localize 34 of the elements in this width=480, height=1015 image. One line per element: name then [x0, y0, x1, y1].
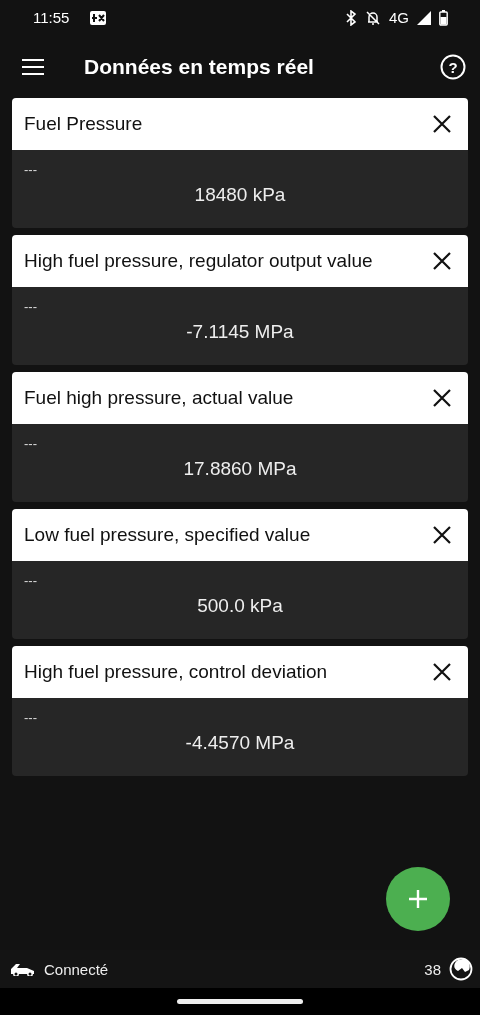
page-title: Données en temps réel — [84, 54, 315, 79]
counter: 38 — [424, 960, 441, 978]
plus-icon — [409, 890, 427, 908]
parameter-label: --- — [24, 573, 38, 588]
parameter-name: High fuel pressure, control deviation — [24, 661, 329, 683]
close-icon[interactable] — [433, 663, 451, 681]
battery-icon — [439, 9, 448, 26]
parameter-value: -4.4570 MPa — [185, 732, 295, 754]
parameter-label: --- — [24, 710, 38, 725]
close-icon[interactable] — [433, 252, 451, 270]
parameter-name: Fuel high pressure, actual value — [24, 387, 295, 409]
parameter-label: --- — [24, 436, 38, 451]
parameter-value: 17.8860 MPa — [183, 458, 297, 480]
close-icon[interactable] — [433, 115, 451, 133]
parameter-label: --- — [24, 162, 38, 177]
connection-status: Connecté — [44, 960, 109, 978]
app-notification-icon — [89, 9, 108, 26]
parameter-value: -7.1145 MPa — [186, 321, 294, 343]
parameter-value: 500.0 kPa — [197, 595, 283, 617]
parameter-name: High fuel pressure, regulator output value — [24, 250, 374, 272]
parameter-value: 18480 kPa — [194, 184, 286, 206]
bell-off-icon — [365, 9, 381, 26]
parameter-name: Fuel Pressure — [24, 113, 144, 135]
network-label: 4G — [389, 9, 409, 26]
signal-icon — [417, 10, 431, 25]
menu-icon[interactable] — [22, 58, 44, 75]
bluetooth-icon — [345, 9, 357, 26]
close-icon[interactable] — [433, 526, 451, 544]
help-icon[interactable]: ? — [440, 53, 466, 80]
close-icon[interactable] — [433, 389, 451, 407]
parameter-label: --- — [24, 299, 38, 314]
parameter-name: Low fuel pressure, specified value — [24, 524, 312, 546]
status-time: 11:55 — [33, 9, 70, 26]
car-icon — [10, 962, 36, 976]
